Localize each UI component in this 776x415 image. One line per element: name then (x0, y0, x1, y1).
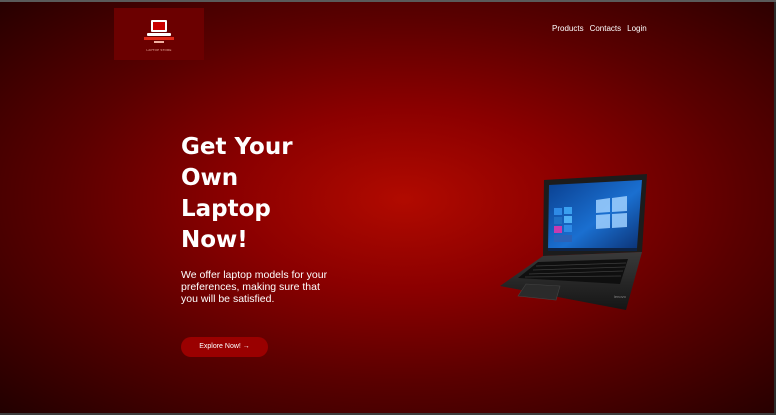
laptop-image: lenovo (500, 174, 647, 310)
svg-text:lenovo: lenovo (614, 294, 627, 299)
explore-now-button[interactable]: Explore Now! → (181, 337, 268, 357)
logo[interactable]: LAPTOP STORE (114, 8, 204, 60)
hero-title-line: Own (181, 165, 239, 191)
nav-login[interactable]: Login (627, 24, 647, 33)
hero-title: Get Your Own Laptop Now! (181, 132, 341, 256)
hero-title-line: Get Your (181, 134, 293, 160)
landing-page: LAPTOP STORE Products Contacts Login Get… (0, 0, 776, 415)
nav-products[interactable]: Products (552, 24, 584, 33)
hero-title-line: Laptop (181, 196, 271, 222)
hero-title-line: Now! (181, 227, 248, 253)
main-nav: Products Contacts Login (552, 24, 647, 33)
hero-description: We offer laptop models for your preferen… (181, 269, 328, 305)
logo-text: LAPTOP STORE (146, 48, 172, 52)
laptop-icon (144, 20, 174, 43)
nav-contacts[interactable]: Contacts (590, 24, 622, 33)
